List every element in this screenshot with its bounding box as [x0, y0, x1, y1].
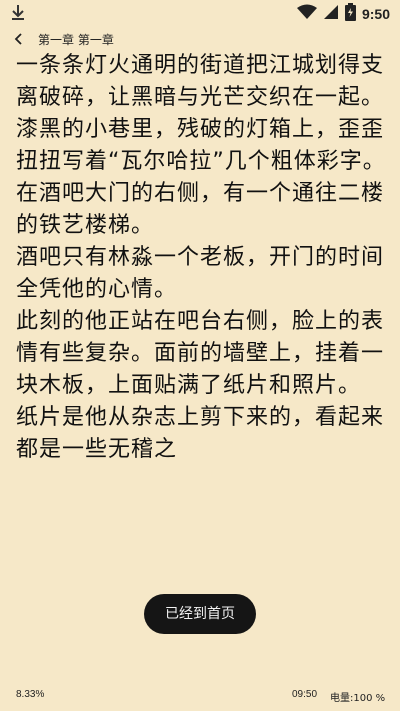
- paragraph: 在酒吧大门的右侧，有一个通往二楼的铁艺楼梯。: [16, 181, 385, 238]
- signal-icon: [323, 4, 339, 24]
- status-bar: 9:50: [0, 0, 400, 28]
- paragraph: 纸片是他从杂志上剪下来的，看起来都是一些无稽之: [16, 405, 385, 462]
- reader-footer: 8.33% 09:50 电量:100 %: [0, 686, 400, 704]
- reading-content[interactable]: 一条条灯火通明的街道把江城划得支离破碎，让黑暗与光芒交织在一起。 漆黑的小巷里，…: [16, 50, 386, 666]
- reading-progress: 8.33%: [16, 689, 45, 700]
- toast-message: 已经到首页: [144, 594, 256, 634]
- back-arrow-icon[interactable]: [14, 31, 24, 50]
- reader-header: 第一章 第一章: [0, 28, 400, 50]
- paragraph: 漆黑的小巷里，残破的灯箱上，歪歪扭扭写着“瓦尔哈拉”几个粗体彩字。: [16, 117, 386, 174]
- wifi-icon: [296, 4, 317, 24]
- paragraph: 此刻的他正站在吧台右侧，脸上的表情有些复杂。面前的墙壁上，挂着一块木板，上面贴满…: [16, 309, 385, 398]
- status-time: 9:50: [361, 6, 390, 22]
- download-icon: [10, 4, 26, 26]
- paragraph: 酒吧只有林淼一个老板，开门的时间全凭他的心情。: [16, 245, 385, 302]
- battery-level: 电量:100 %: [330, 693, 386, 704]
- footer-clock: 09:50: [292, 689, 318, 700]
- paragraph: 一条条灯火通明的街道把江城划得支离破碎，让黑暗与光芒交织在一起。: [16, 53, 385, 110]
- battery-icon: [344, 3, 356, 25]
- chapter-title: 第一章 第一章: [38, 33, 114, 47]
